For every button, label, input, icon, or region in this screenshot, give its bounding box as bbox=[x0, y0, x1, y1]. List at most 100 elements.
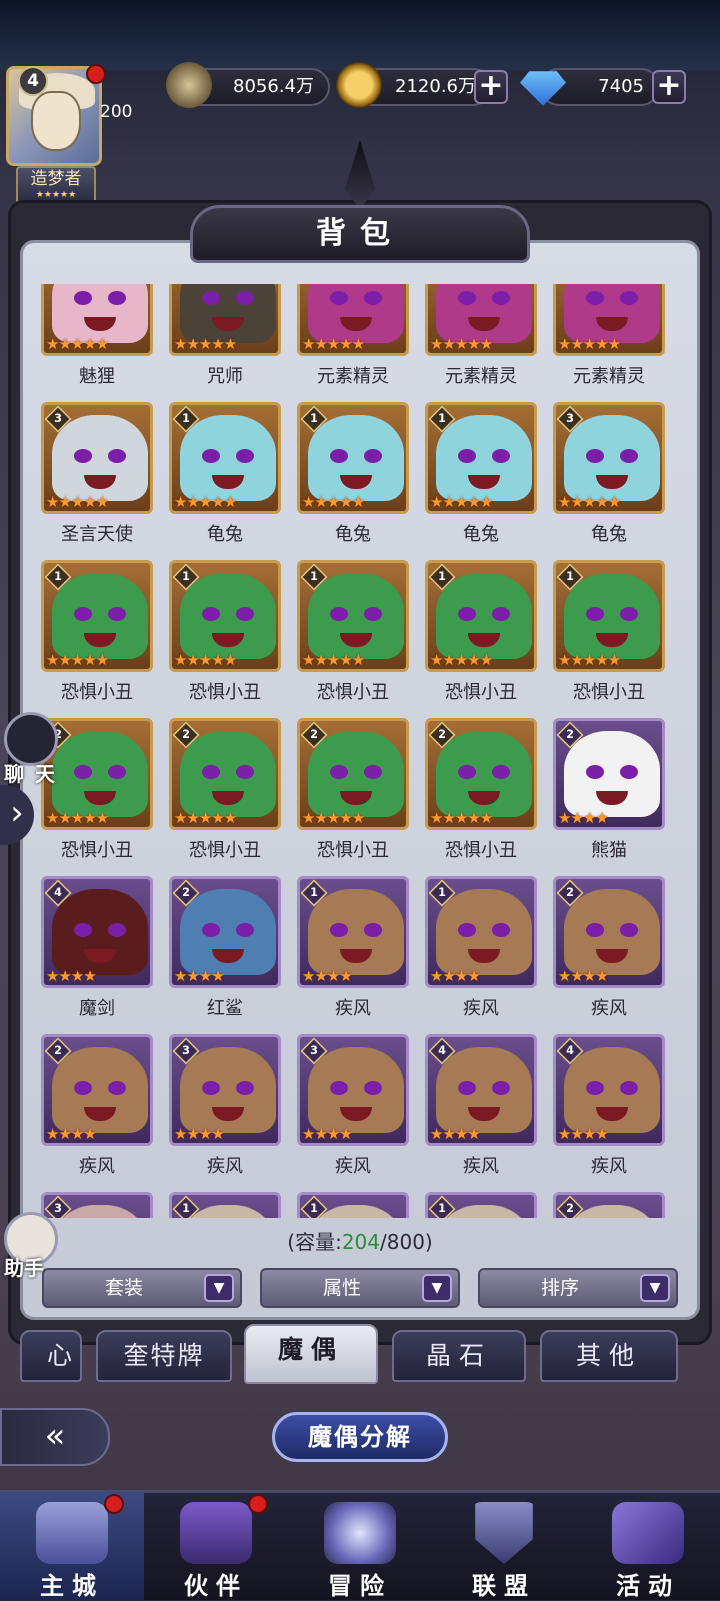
item-portrait: 3 bbox=[41, 1192, 153, 1218]
character-face-icon bbox=[236, 607, 254, 621]
item-name: 龟兔 bbox=[463, 524, 499, 545]
inventory-item[interactable]: 2 ★★★★ 疾风 bbox=[38, 1034, 156, 1194]
item-stars: ★★★★★ bbox=[174, 493, 237, 511]
nav-label: 联盟 bbox=[472, 1572, 536, 1600]
inventory-item[interactable]: ★★★★★ 元素精灵 bbox=[294, 284, 412, 404]
inventory-item[interactable]: 1 ★★★★★ 恐惧小丑 bbox=[422, 560, 540, 720]
item-name: 恐惧小丑 bbox=[61, 682, 133, 703]
item-portrait: 4 ★★★★ bbox=[41, 876, 153, 988]
item-stars: ★★★★★ bbox=[46, 335, 109, 353]
character-face-icon bbox=[364, 923, 382, 937]
item-name: 恐惧小丑 bbox=[317, 682, 389, 703]
inventory-item[interactable]: 1 ★★★★ 疾风 bbox=[422, 876, 540, 1036]
item-portrait: 2 bbox=[553, 1192, 665, 1218]
inventory-item[interactable]: 2 ★★★★ 熊猫 bbox=[550, 718, 668, 878]
character-face-icon bbox=[108, 449, 126, 463]
item-portrait: 3 ★★★★★ bbox=[553, 402, 665, 514]
item-stars: ★★★★★ bbox=[46, 493, 109, 511]
inventory-item[interactable]: ★★★★★ 元素精灵 bbox=[550, 284, 668, 404]
item-stars: ★★★★ bbox=[174, 967, 225, 985]
sort-dropdown[interactable]: 排序 ▼ bbox=[478, 1268, 678, 1308]
item-portrait: 2 ★★★★ bbox=[169, 876, 281, 988]
character-face-icon bbox=[202, 291, 220, 305]
inventory-item[interactable]: 2 ★★★★★ 恐惧小丑 bbox=[294, 718, 412, 878]
add-gold-button[interactable]: + bbox=[474, 70, 508, 104]
inventory-item[interactable]: 1 ★★★★★ 龟兔 bbox=[166, 402, 284, 562]
item-portrait: 3 ★★★★★ bbox=[41, 402, 153, 514]
inventory-item[interactable]: 1 bbox=[294, 1192, 412, 1218]
item-portrait: 1 ★★★★★ bbox=[425, 402, 537, 514]
inventory-item[interactable]: 3 ★★★★★ 圣言天使 bbox=[38, 402, 156, 562]
inventory-item[interactable]: 4 ★★★★ 魔剑 bbox=[38, 876, 156, 1036]
character-face-icon bbox=[492, 607, 510, 621]
character-face-icon bbox=[586, 765, 604, 779]
decompose-button[interactable]: 魔偶分解 bbox=[272, 1412, 448, 1462]
inventory-item[interactable]: 2 ★★★★★ 恐惧小丑 bbox=[166, 718, 284, 878]
item-stars: ★★★★★ bbox=[430, 493, 493, 511]
inventory-item[interactable]: 1 bbox=[166, 1192, 284, 1218]
capacity-label: (容量: bbox=[287, 1230, 342, 1254]
inventory-item[interactable]: 3 ★★★★★ 龟兔 bbox=[550, 402, 668, 562]
item-portrait: 4 ★★★★ bbox=[553, 1034, 665, 1146]
item-name: 恐惧小丑 bbox=[189, 840, 261, 861]
inventory-item[interactable]: ★★★★★ 魅狸 bbox=[38, 284, 156, 404]
inventory-item[interactable]: 3 ★★★★ 疾风 bbox=[166, 1034, 284, 1194]
capacity-total: /800) bbox=[380, 1230, 433, 1254]
character-face-icon bbox=[586, 291, 604, 305]
item-portrait: 1 ★★★★★ bbox=[297, 560, 409, 672]
inventory-item[interactable]: 1 ★★★★★ 恐惧小丑 bbox=[166, 560, 284, 720]
player-title: 造梦者 bbox=[30, 169, 82, 189]
tab-other[interactable]: 其他 bbox=[540, 1330, 678, 1382]
character-face-icon bbox=[330, 765, 348, 779]
tab-heart[interactable]: 心 bbox=[20, 1330, 82, 1382]
item-portrait: 1 ★★★★★ bbox=[297, 402, 409, 514]
add-diamond-button[interactable]: + bbox=[652, 70, 686, 104]
inventory-item[interactable]: 1 ★★★★★ 龟兔 bbox=[294, 402, 412, 562]
inventory-item[interactable]: 2 ★★★★ 红鲨 bbox=[166, 876, 284, 1036]
inventory-item[interactable]: 1 ★★★★★ 恐惧小丑 bbox=[550, 560, 668, 720]
item-name: 疾风 bbox=[335, 1156, 371, 1177]
player-title-badge[interactable]: 造梦者 ★★★★★ bbox=[16, 166, 96, 204]
item-stars: ★★★★★ bbox=[46, 651, 109, 669]
filter-set-dropdown[interactable]: 套装 ▼ bbox=[42, 1268, 242, 1308]
character-face-icon bbox=[586, 607, 604, 621]
item-stars: ★★★★★ bbox=[430, 809, 493, 827]
character-face-icon bbox=[492, 765, 510, 779]
chevron-down-icon: ▼ bbox=[422, 1274, 452, 1302]
inventory-item[interactable]: 4 ★★★★ 疾风 bbox=[550, 1034, 668, 1194]
item-stars: ★★★★★ bbox=[302, 809, 365, 827]
inventory-item[interactable]: 1 ★★★★★ 龟兔 bbox=[422, 402, 540, 562]
item-portrait: 3 ★★★★ bbox=[297, 1034, 409, 1146]
inventory-item[interactable]: 2 ★★★★★ 恐惧小丑 bbox=[422, 718, 540, 878]
inventory-item[interactable]: ★★★★★ 咒师 bbox=[166, 284, 284, 404]
inventory-item[interactable]: 1 ★★★★ 疾风 bbox=[294, 876, 412, 1036]
item-name: 疾风 bbox=[463, 998, 499, 1019]
tab-tarot[interactable]: 奎特牌 bbox=[96, 1330, 232, 1382]
inventory-item[interactable]: 2 ★★★★ 疾风 bbox=[550, 876, 668, 1036]
inventory-item[interactable]: 3 ★★★★ 疾风 bbox=[294, 1034, 412, 1194]
character-face-icon bbox=[458, 1081, 476, 1095]
item-portrait: 1 bbox=[297, 1192, 409, 1218]
nav-adventure[interactable]: 冒险 bbox=[288, 1492, 432, 1600]
item-name: 疾风 bbox=[591, 998, 627, 1019]
cards-icon bbox=[612, 1502, 684, 1564]
nav-alliance[interactable]: 联盟 bbox=[432, 1492, 576, 1600]
character-face-icon bbox=[236, 449, 254, 463]
character-face-icon bbox=[108, 923, 126, 937]
filter-attribute-dropdown[interactable]: 属性 ▼ bbox=[260, 1268, 460, 1308]
inventory-item[interactable]: ★★★★★ 元素精灵 bbox=[422, 284, 540, 404]
sort-label: 排序 bbox=[540, 1277, 579, 1299]
item-stars: ★★★★★ bbox=[174, 651, 237, 669]
capacity-text: (容量:204/800) bbox=[0, 1226, 720, 1255]
inventory-item[interactable]: 3 bbox=[38, 1192, 156, 1218]
tab-crystal[interactable]: 晶石 bbox=[392, 1330, 526, 1382]
inventory-item[interactable]: 2 bbox=[550, 1192, 668, 1218]
inventory-item[interactable]: 1 ★★★★★ 恐惧小丑 bbox=[38, 560, 156, 720]
back-button[interactable]: « bbox=[0, 1408, 110, 1466]
inventory-item[interactable]: 1 bbox=[422, 1192, 540, 1218]
item-name: 圣言天使 bbox=[61, 524, 133, 545]
tab-puppet[interactable]: 魔偶 bbox=[244, 1324, 378, 1384]
nav-events[interactable]: 活动 bbox=[576, 1492, 720, 1600]
inventory-item[interactable]: 4 ★★★★ 疾风 bbox=[422, 1034, 540, 1194]
inventory-item[interactable]: 1 ★★★★★ 恐惧小丑 bbox=[294, 560, 412, 720]
